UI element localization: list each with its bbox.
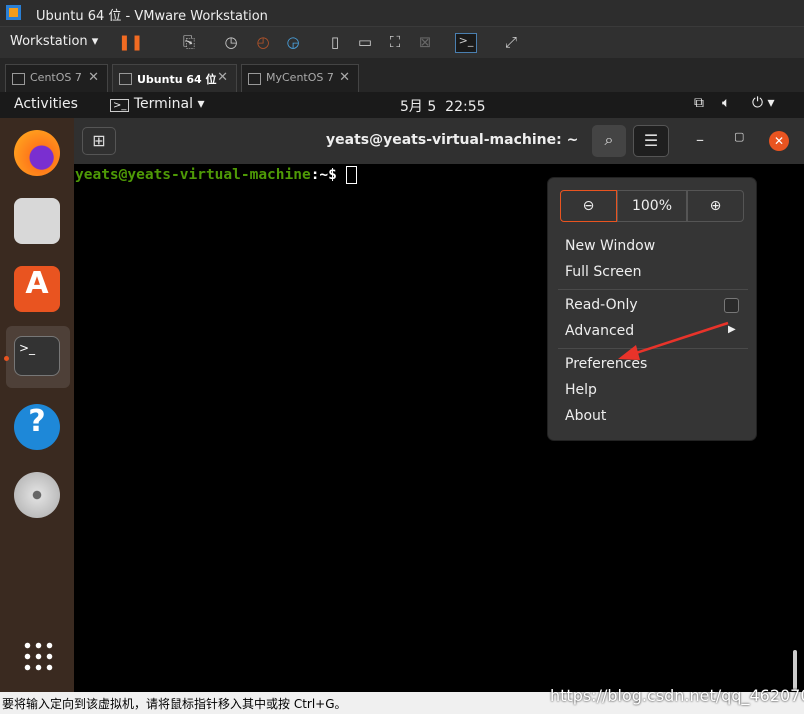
scrollbar[interactable]	[793, 650, 797, 690]
watermark: https://blog.csdn.net/qq_46207024	[550, 686, 804, 705]
annotation-arrow	[618, 321, 729, 360]
status-text: 要将输入定向到该虚拟机，请将鼠标指针移入其中或按 Ctrl+G。	[2, 697, 347, 711]
